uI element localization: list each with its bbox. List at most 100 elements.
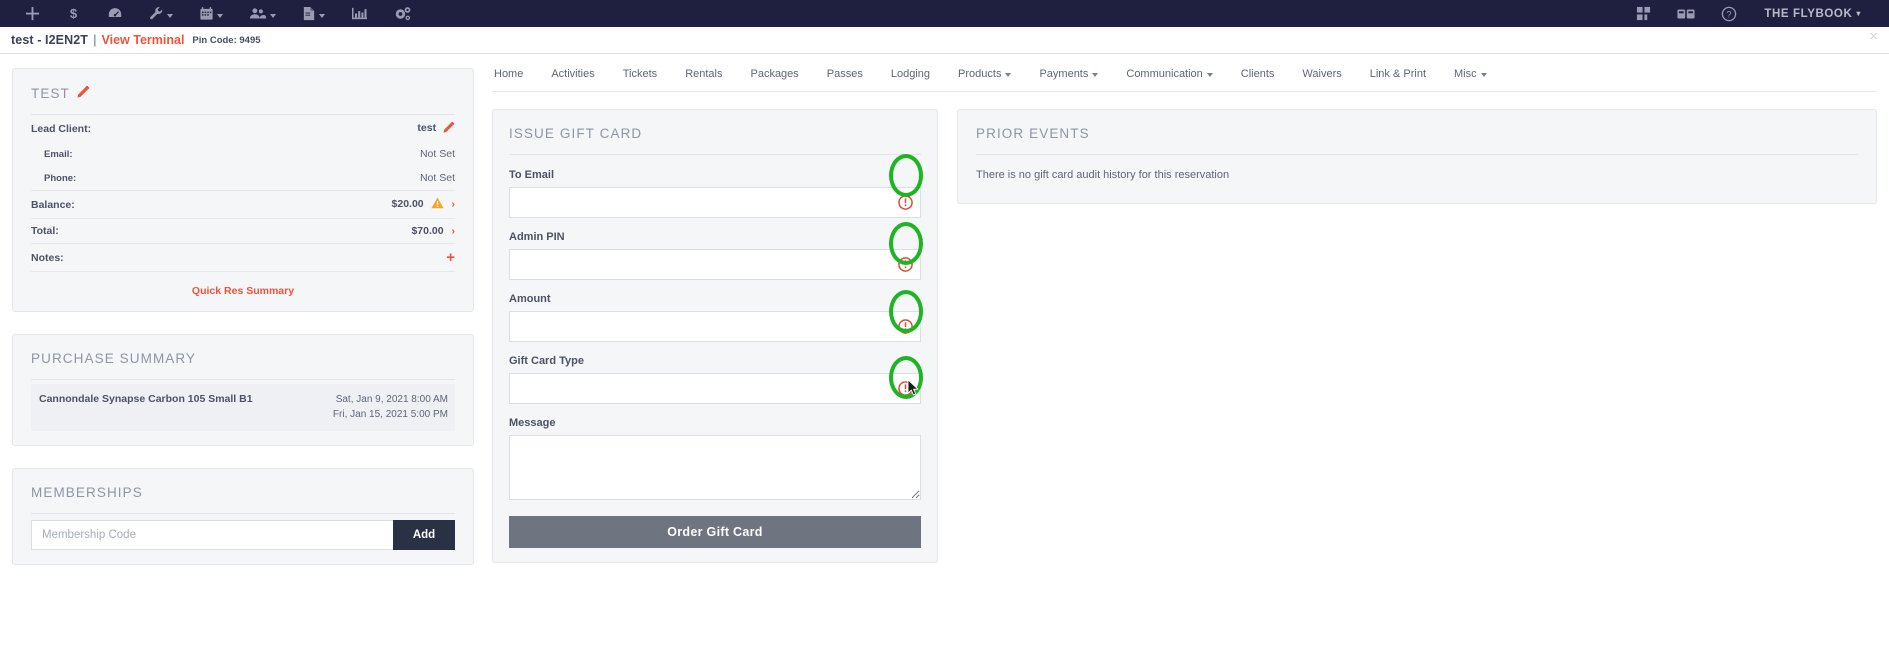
lead-client-value: test	[237, 115, 455, 142]
help-icon: ?	[1721, 6, 1737, 22]
calendar-icon-button[interactable]	[186, 0, 236, 27]
purchase-item-row[interactable]: Cannondale Synapse Carbon 105 Small B1 S…	[31, 384, 455, 431]
close-icon[interactable]: ×	[1869, 29, 1878, 44]
content-columns: ISSUE GIFT CARD To Email Admin PIN Amoun…	[492, 109, 1877, 563]
issue-gift-card-title: ISSUE GIFT CARD	[509, 126, 921, 155]
document-icon	[302, 6, 316, 21]
add-icon-button[interactable]	[12, 0, 53, 27]
tab-payments[interactable]: Payments	[1025, 68, 1112, 80]
purchase-end-date: Fri, Jan 15, 2021 5:00 PM	[332, 408, 448, 420]
wrench-icon-button[interactable]	[136, 0, 186, 27]
lead-client-text: test	[417, 122, 437, 134]
chevron-down-icon	[270, 14, 276, 18]
tab-rentals[interactable]: Rentals	[671, 68, 736, 80]
chevron-down-icon	[1005, 73, 1012, 77]
tab-link-and-print[interactable]: Link & Print	[1356, 68, 1440, 80]
settings-gears-icon	[394, 6, 412, 22]
order-gift-card-button[interactable]: Order Gift Card	[509, 516, 921, 548]
edit-lead-client-pencil-icon[interactable]	[443, 121, 455, 136]
table-row: Phone: Not Set	[31, 166, 455, 191]
cards-icon-button[interactable]	[1664, 0, 1708, 27]
memberships-title: MEMBERSHIPS	[31, 485, 455, 514]
users-icon-button[interactable]	[236, 0, 289, 27]
reservation-panel: TEST Lead Client: test Email: Not Set Ph…	[12, 68, 474, 312]
memberships-panel: MEMBERSHIPS Add	[12, 468, 474, 565]
purchase-item-dates: Sat, Jan 9, 2021 8:00 AM Fri, Jan 15, 20…	[333, 393, 448, 422]
pin-code-label: Pin Code: 9495	[192, 34, 261, 46]
quick-res-summary-link[interactable]: Quick Res Summary	[31, 272, 455, 297]
tab-misc[interactable]: Misc	[1440, 68, 1501, 80]
purchase-summary-title: PURCHASE SUMMARY	[31, 351, 455, 380]
purchase-item-name: Cannondale Synapse Carbon 105 Small B1	[39, 393, 253, 405]
settings-icon-button[interactable]	[381, 0, 425, 27]
top-toolbar: $ ? THE FLYBOOK ▾	[0, 0, 1889, 27]
to-email-label: To Email	[509, 169, 555, 181]
toolbar-left-icons: $	[12, 0, 425, 27]
amount-input[interactable]	[509, 311, 921, 342]
total-chevron-icon[interactable]: ›	[452, 225, 456, 237]
to-email-field-wrap	[509, 187, 921, 218]
tab-label: Packages	[750, 68, 799, 80]
prior-events-empty-text: There is no gift card audit history for …	[976, 169, 1230, 181]
admin-pin-label: Admin PIN	[509, 231, 565, 243]
dashboard-icon-button[interactable]	[94, 0, 136, 27]
tab-tickets[interactable]: Tickets	[609, 68, 671, 80]
chart-icon-button[interactable]	[338, 0, 381, 27]
tab-lodging[interactable]: Lodging	[877, 68, 944, 80]
membership-code-input[interactable]	[31, 520, 393, 550]
chevron-down-icon	[1092, 73, 1099, 77]
chevron-down-icon	[319, 14, 325, 18]
grid-icon-button[interactable]	[1623, 0, 1664, 27]
tab-clients[interactable]: Clients	[1227, 68, 1289, 80]
gift-card-type-input[interactable]	[509, 373, 921, 404]
admin-pin-input[interactable]	[509, 249, 921, 280]
tab-label: Home	[494, 68, 524, 80]
tab-label: Tickets	[622, 68, 658, 80]
email-label: Email:	[44, 148, 73, 160]
message-textarea[interactable]	[509, 435, 921, 500]
chevron-down-icon	[1480, 73, 1487, 77]
tab-label: Activities	[551, 68, 595, 80]
chevron-down-icon	[217, 14, 223, 18]
tab-label: Link & Print	[1369, 68, 1426, 80]
reservation-panel-title: TEST	[31, 85, 455, 115]
lead-client-label: Lead Client:	[31, 122, 92, 135]
tab-activities[interactable]: Activities	[537, 68, 608, 80]
table-row: Notes: +	[31, 243, 455, 272]
add-membership-button[interactable]: Add	[393, 520, 455, 550]
view-terminal-link[interactable]: View Terminal	[102, 33, 185, 47]
tab-label: Passes	[826, 68, 863, 80]
edit-pencil-icon[interactable]	[77, 85, 90, 101]
tab-waivers[interactable]: Waivers	[1288, 68, 1355, 80]
tab-packages[interactable]: Packages	[736, 68, 812, 80]
reservation-nav-tabs: Home Activities Tickets Rentals Packages…	[492, 68, 1877, 92]
help-icon-button[interactable]: ?	[1708, 0, 1750, 27]
svg-text:$: $	[70, 6, 78, 21]
table-row: Balance: $20.00 ›	[31, 190, 456, 219]
document-icon-button[interactable]	[289, 0, 338, 27]
account-menu-button[interactable]: THE FLYBOOK ▾	[1750, 8, 1871, 20]
page-header-bar: test - I2EN2T | View Terminal Pin Code: …	[0, 27, 1889, 54]
tab-home[interactable]: Home	[492, 68, 537, 80]
tab-label: Rentals	[685, 68, 723, 80]
warning-triangle-icon[interactable]	[430, 197, 444, 212]
dollar-icon-button[interactable]: $	[53, 0, 94, 27]
svg-text:?: ?	[1727, 9, 1732, 19]
email-value: Not Set	[419, 148, 455, 160]
cards-icon	[1677, 7, 1695, 21]
notes-value: +	[237, 243, 455, 272]
chart-icon	[351, 6, 368, 21]
tab-products[interactable]: Products	[944, 68, 1025, 80]
to-email-input[interactable]	[509, 187, 921, 218]
tab-label: Products	[958, 68, 1002, 80]
prior-events-card: PRIOR EVENTS There is no gift card audit…	[957, 109, 1877, 204]
add-icon	[25, 6, 40, 21]
add-note-plus-icon[interactable]: +	[446, 249, 455, 266]
page-body: TEST Lead Client: test Email: Not Set Ph…	[0, 54, 1889, 649]
chevron-down-icon: ▾	[1856, 9, 1861, 18]
tab-passes[interactable]: Passes	[813, 68, 877, 80]
tab-communication[interactable]: Communication	[1112, 68, 1226, 80]
tab-label: Waivers	[1302, 68, 1342, 80]
balance-chevron-icon[interactable]: ›	[452, 198, 456, 210]
chevron-down-icon	[1206, 73, 1213, 77]
